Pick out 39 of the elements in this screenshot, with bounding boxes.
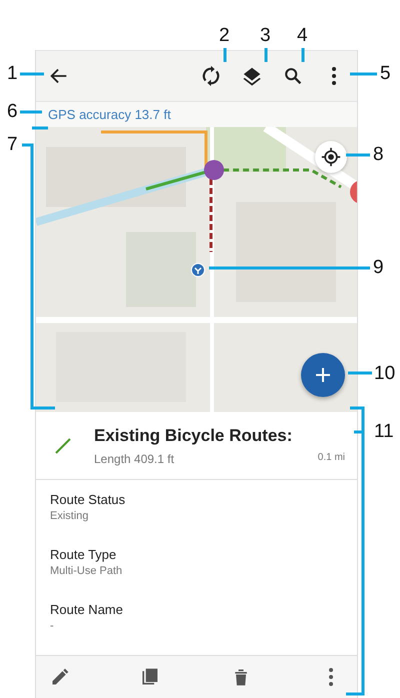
field-value: Multi-Use Path: [50, 565, 124, 577]
sync-icon: [200, 65, 222, 87]
callout-number: 3: [260, 24, 271, 48]
line-icon: [54, 436, 72, 454]
callout-number: 8: [373, 143, 384, 167]
leader-line: [348, 372, 372, 374]
leader-line: [302, 48, 304, 62]
leader-line: [20, 72, 44, 76]
feature-length: Length 409.1 ft: [94, 452, 174, 466]
leader-line: [350, 72, 377, 76]
callout-number: 5: [380, 62, 391, 86]
more-icon: [331, 66, 337, 86]
target-icon: [321, 147, 341, 167]
layers-icon: [241, 65, 263, 87]
callout-number: 7: [7, 133, 18, 157]
field-label: Route Status: [50, 492, 126, 507]
callout-number: 2: [219, 24, 230, 48]
pencil-icon: [50, 667, 70, 687]
field-value: -: [50, 620, 55, 632]
more-icon: [328, 667, 334, 687]
leader-line: [20, 110, 42, 114]
field-label: Route Name: [50, 602, 124, 617]
field-label: Route Type: [50, 547, 118, 562]
leader-line: [224, 48, 226, 62]
callout-number: 10: [374, 362, 396, 386]
callout-number: 9: [373, 256, 384, 280]
leader-line: [264, 48, 268, 62]
callout-number: 11: [374, 420, 394, 444]
callout-number: 4: [297, 24, 308, 48]
callout-number: 6: [7, 100, 18, 124]
search-icon: [282, 65, 304, 87]
gps-accuracy: GPS accuracy 13.7 ft: [48, 107, 171, 122]
leader-line: [346, 154, 370, 156]
callout-number: 1: [7, 62, 18, 86]
feature-distance: 0.1 mi: [318, 452, 345, 464]
field-value: Existing: [50, 510, 90, 522]
copy-icon: [140, 667, 160, 687]
plus-icon: [314, 366, 332, 384]
feature-title: Existing Bicycle Routes:: [94, 426, 294, 446]
